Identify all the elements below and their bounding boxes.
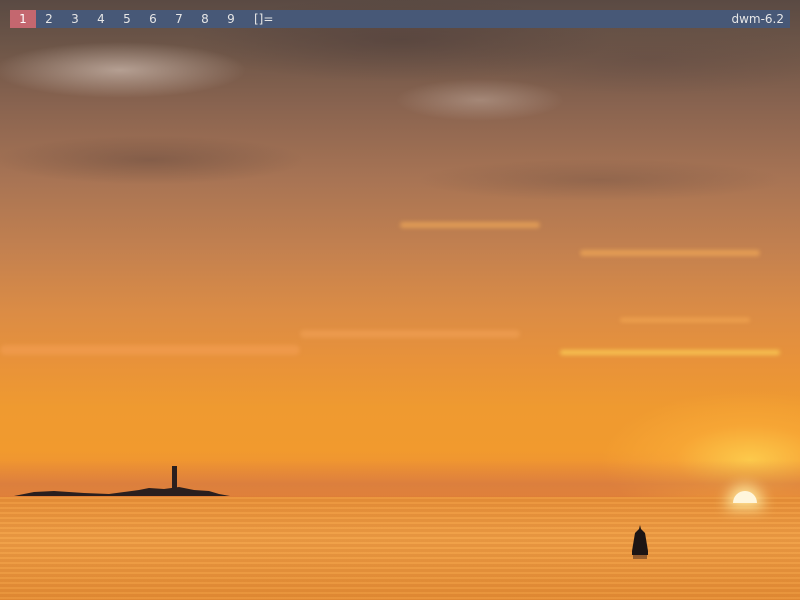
status-text: dwm-6.2	[731, 12, 784, 26]
tag-5[interactable]: 5	[114, 10, 140, 28]
tag-1[interactable]: 1	[10, 10, 36, 28]
cloud-streak	[300, 330, 520, 338]
cloud-streak	[0, 345, 300, 355]
desktop-wallpaper	[0, 0, 800, 600]
cloud-streak	[620, 318, 750, 322]
tag-7[interactable]: 7	[166, 10, 192, 28]
cloud-streak	[560, 350, 780, 355]
tag-3[interactable]: 3	[62, 10, 88, 28]
dwm-status-bar: 1 2 3 4 5 6 7 8 9 []= dwm-6.2	[10, 10, 790, 28]
tag-4[interactable]: 4	[88, 10, 114, 28]
buoy-icon	[632, 525, 648, 559]
tag-2[interactable]: 2	[36, 10, 62, 28]
lighthouse-icon	[172, 466, 177, 488]
tag-9[interactable]: 9	[218, 10, 244, 28]
sea	[0, 497, 800, 600]
island-silhouette	[14, 487, 230, 496]
cloud-streak	[400, 222, 540, 228]
tag-8[interactable]: 8	[192, 10, 218, 28]
cloud-layer	[0, 0, 800, 400]
tag-6[interactable]: 6	[140, 10, 166, 28]
cloud-streak	[580, 250, 760, 256]
layout-symbol[interactable]: []=	[244, 10, 273, 28]
